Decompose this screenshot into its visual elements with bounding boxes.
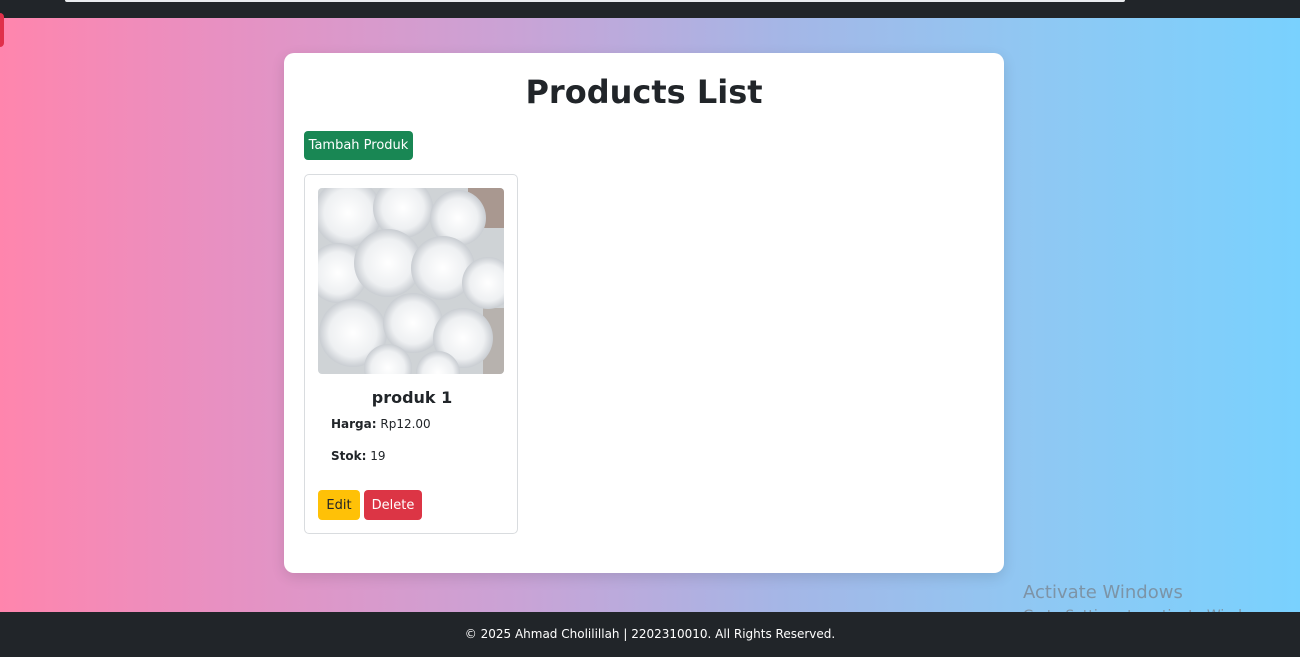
product-stock: Stok: 19 bbox=[331, 449, 386, 463]
page-footer: © 2025 Ahmad Cholilillah | 2202310010. A… bbox=[0, 612, 1300, 657]
stock-label: Stok: bbox=[331, 449, 367, 463]
address-bar-edge bbox=[65, 0, 1125, 2]
product-price: Harga: Rp12.00 bbox=[331, 417, 431, 431]
price-value: Rp12.00 bbox=[380, 417, 431, 431]
browser-top-bar bbox=[0, 0, 1300, 18]
edit-button[interactable]: Edit bbox=[318, 490, 360, 520]
footer-text: © 2025 Ahmad Cholilillah | 2202310010. A… bbox=[464, 627, 836, 641]
page-title: Products List bbox=[525, 73, 763, 111]
products-panel: Products List Tambah Produk produk 1 Har… bbox=[284, 53, 1004, 573]
price-label: Harga: bbox=[331, 417, 377, 431]
cotton-image bbox=[318, 188, 504, 374]
stock-value: 19 bbox=[370, 449, 386, 463]
product-card: produk 1 Harga: Rp12.00 Stok: 19 Edit De… bbox=[304, 174, 518, 534]
side-tab-indicator bbox=[0, 13, 4, 47]
add-product-button[interactable]: Tambah Produk bbox=[304, 131, 413, 160]
product-name: produk 1 bbox=[371, 388, 453, 407]
product-image bbox=[318, 188, 504, 374]
watermark-title: Activate Windows bbox=[1023, 582, 1183, 603]
delete-button[interactable]: Delete bbox=[364, 490, 422, 520]
